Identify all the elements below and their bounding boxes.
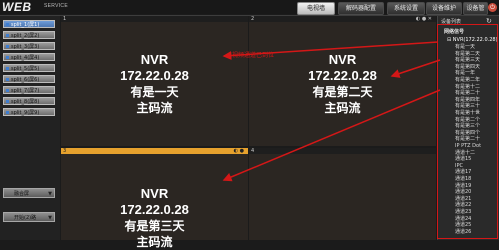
annotation-arrows: 视频通道已到位	[222, 41, 441, 182]
annotation-label: 视频通道已到位	[232, 51, 274, 59]
arrow-line	[390, 59, 441, 78]
arrow-line	[222, 89, 441, 182]
